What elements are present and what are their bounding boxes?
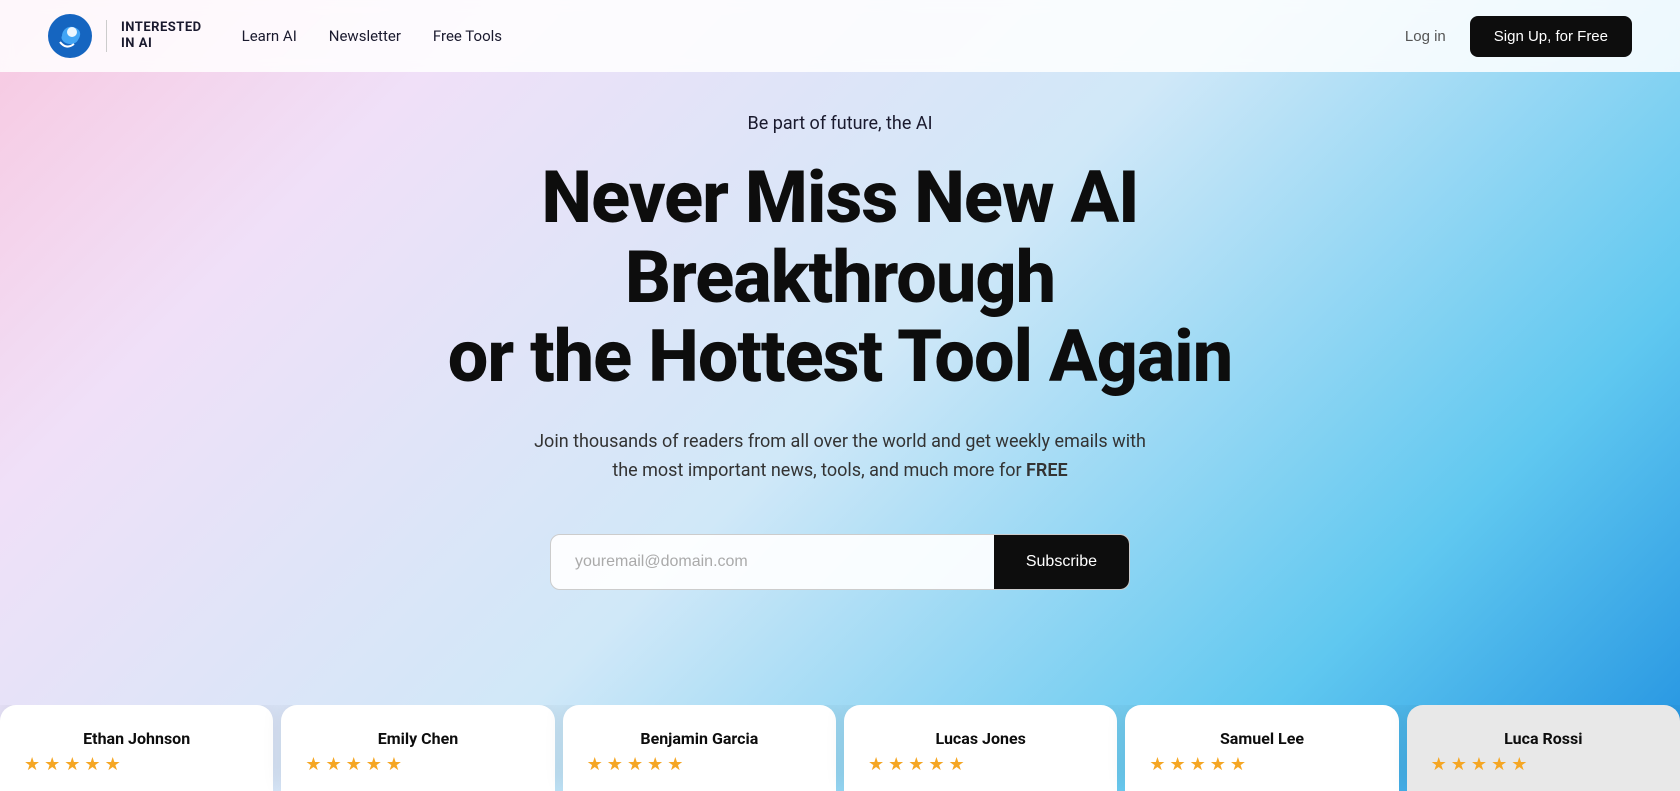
logo-divider	[106, 20, 107, 52]
star: ★	[1230, 754, 1246, 775]
logo-icon	[48, 14, 92, 58]
email-form: Subscribe	[550, 534, 1130, 590]
testimonial-name-5: Luca Rossi	[1431, 729, 1656, 748]
star: ★	[888, 754, 904, 775]
star: ★	[346, 754, 362, 775]
star: ★	[1149, 754, 1165, 775]
hero-title: Never Miss New AI Breakthrough or the Ho…	[430, 158, 1250, 396]
hero-tagline: Be part of future, the AI	[430, 113, 1250, 134]
star: ★	[1471, 754, 1487, 775]
star: ★	[1169, 754, 1185, 775]
star: ★	[1491, 754, 1507, 775]
star: ★	[667, 754, 683, 775]
stars-2: ★ ★ ★ ★ ★	[587, 754, 812, 775]
header: INTERESTED IN AI Learn AI Newsletter Fre…	[0, 0, 1680, 72]
star: ★	[84, 754, 100, 775]
star: ★	[647, 754, 663, 775]
stars-5: ★ ★ ★ ★ ★	[1431, 754, 1656, 775]
testimonial-name-2: Benjamin Garcia	[587, 729, 812, 748]
star: ★	[305, 754, 321, 775]
stars-4: ★ ★ ★ ★ ★	[1149, 754, 1374, 775]
star: ★	[587, 754, 603, 775]
nav-learn-ai[interactable]: Learn AI	[242, 27, 297, 45]
testimonial-name-1: Emily Chen	[305, 729, 530, 748]
hero-title-line2: or the Hottest Tool Again	[448, 314, 1232, 399]
stars-0: ★ ★ ★ ★ ★	[24, 754, 249, 775]
star: ★	[627, 754, 643, 775]
stars-1: ★ ★ ★ ★ ★	[305, 754, 530, 775]
star: ★	[1451, 754, 1467, 775]
star: ★	[325, 754, 341, 775]
logo[interactable]: INTERESTED IN AI	[48, 14, 202, 58]
nav-links: Learn AI Newsletter Free Tools	[242, 27, 502, 45]
star: ★	[24, 754, 40, 775]
hero-section: Be part of future, the AI Never Miss New…	[0, 0, 1680, 791]
star: ★	[908, 754, 924, 775]
testimonial-card-1: Emily Chen ★ ★ ★ ★ ★	[281, 705, 554, 791]
signup-button[interactable]: Sign Up, for Free	[1470, 16, 1632, 57]
testimonial-card-0: Ethan Johnson ★ ★ ★ ★ ★	[0, 705, 273, 791]
login-button[interactable]: Log in	[1405, 28, 1446, 45]
header-right: Log in Sign Up, for Free	[1405, 16, 1632, 57]
star: ★	[949, 754, 965, 775]
hero-title-line1: Never Miss New AI Breakthrough	[541, 155, 1138, 319]
testimonial-card-5: Luca Rossi ★ ★ ★ ★ ★	[1407, 705, 1680, 791]
stars-3: ★ ★ ★ ★ ★	[868, 754, 1093, 775]
hero-free-word: FREE	[1026, 460, 1068, 481]
star: ★	[1431, 754, 1447, 775]
testimonial-name-4: Samuel Lee	[1149, 729, 1374, 748]
hero-subtitle: Join thousands of readers from all over …	[520, 428, 1160, 486]
testimonial-card-4: Samuel Lee ★ ★ ★ ★ ★	[1125, 705, 1398, 791]
star: ★	[386, 754, 402, 775]
testimonial-card-2: Benjamin Garcia ★ ★ ★ ★ ★	[563, 705, 836, 791]
star: ★	[607, 754, 623, 775]
hero-content: Be part of future, the AI Never Miss New…	[390, 113, 1290, 749]
testimonial-name-3: Lucas Jones	[868, 729, 1093, 748]
star: ★	[868, 754, 884, 775]
nav-free-tools[interactable]: Free Tools	[433, 27, 502, 45]
star: ★	[928, 754, 944, 775]
testimonial-name-0: Ethan Johnson	[24, 729, 249, 748]
star: ★	[1511, 754, 1527, 775]
star: ★	[44, 754, 60, 775]
email-input[interactable]	[551, 535, 994, 589]
nav-newsletter[interactable]: Newsletter	[329, 27, 401, 45]
subscribe-button[interactable]: Subscribe	[994, 535, 1129, 589]
star: ★	[105, 754, 121, 775]
testimonial-card-3: Lucas Jones ★ ★ ★ ★ ★	[844, 705, 1117, 791]
testimonials-row: Ethan Johnson ★ ★ ★ ★ ★ Emily Chen ★ ★ ★…	[0, 705, 1680, 791]
star: ★	[366, 754, 382, 775]
header-left: INTERESTED IN AI Learn AI Newsletter Fre…	[48, 14, 502, 58]
logo-text: INTERESTED IN AI	[121, 20, 202, 51]
star: ★	[64, 754, 80, 775]
star: ★	[1210, 754, 1226, 775]
star: ★	[1190, 754, 1206, 775]
